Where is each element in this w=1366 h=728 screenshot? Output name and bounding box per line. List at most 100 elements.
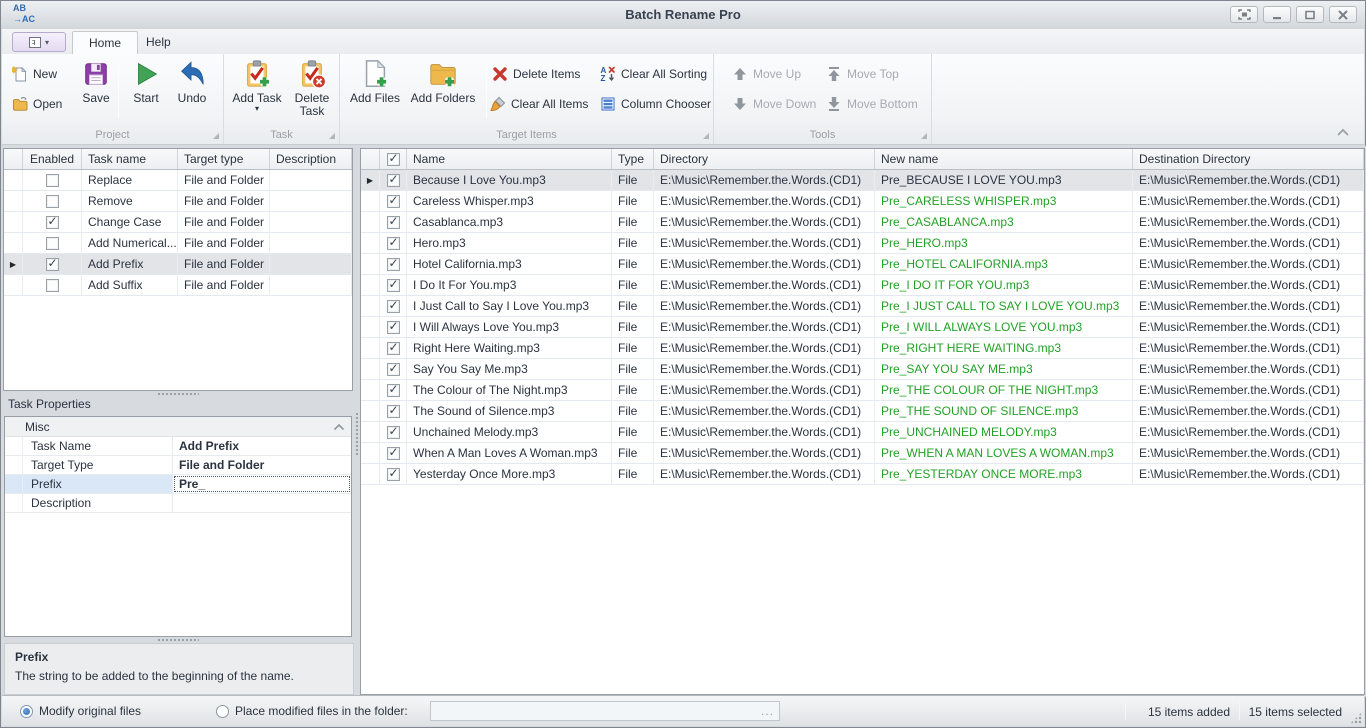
file-checkbox[interactable]: [387, 447, 400, 460]
tasks-column-header[interactable]: Task name: [82, 149, 178, 169]
file-row[interactable]: Say You Say Me.mp3FileE:\Music\Remember.…: [361, 359, 1364, 380]
file-checkbox[interactable]: [387, 405, 400, 418]
fullscreen-button[interactable]: [1230, 6, 1258, 23]
file-checkbox[interactable]: [387, 342, 400, 355]
row-indicator-cell: [361, 296, 380, 316]
dialog-launcher-icon[interactable]: [329, 133, 335, 139]
files-column-header[interactable]: Type: [612, 149, 654, 169]
file-row[interactable]: Casablanca.mp3FileE:\Music\Remember.the.…: [361, 212, 1364, 233]
delete-task-button[interactable]: Delete Task: [286, 56, 338, 120]
clear-all-items-button[interactable]: Clear All Items: [490, 92, 588, 116]
resize-grip[interactable]: [1350, 712, 1362, 724]
task-enabled-checkbox[interactable]: [46, 195, 59, 208]
task-row[interactable]: Add Numerical...File and Folder: [4, 233, 352, 254]
property-row[interactable]: Target TypeFile and Folder: [5, 456, 351, 475]
file-row[interactable]: Careless Whisper.mp3FileE:\Music\Remembe…: [361, 191, 1364, 212]
file-checkbox[interactable]: [387, 300, 400, 313]
file-row[interactable]: Yesterday Once More.mp3FileE:\Music\Reme…: [361, 464, 1364, 485]
task-enabled-checkbox[interactable]: [46, 237, 59, 250]
tasks-column-header[interactable]: Enabled: [23, 149, 82, 169]
add-files-button[interactable]: Add Files: [348, 56, 402, 120]
task-enabled-checkbox[interactable]: [46, 279, 59, 292]
modify-original-option[interactable]: Modify original files: [20, 704, 141, 718]
file-checkbox[interactable]: [387, 195, 400, 208]
task-enabled-checkbox[interactable]: [46, 258, 59, 271]
file-checkbox[interactable]: [387, 279, 400, 292]
new-button[interactable]: New: [12, 62, 57, 86]
folder-path-field[interactable]: ...: [430, 701, 780, 721]
file-checkbox[interactable]: [387, 237, 400, 250]
property-value[interactable]: File and Folder: [173, 456, 351, 474]
file-row[interactable]: ▶Because I Love You.mp3FileE:\Music\Reme…: [361, 170, 1364, 191]
app-menu-button[interactable]: ▾: [12, 32, 66, 52]
files-column-header[interactable]: New name: [875, 149, 1133, 169]
task-enabled-checkbox[interactable]: [46, 216, 59, 229]
file-row[interactable]: Hotel California.mp3FileE:\Music\Remembe…: [361, 254, 1364, 275]
file-row[interactable]: Right Here Waiting.mp3FileE:\Music\Remem…: [361, 338, 1364, 359]
tasks-column-header[interactable]: Target type: [178, 149, 270, 169]
file-row[interactable]: Unchained Melody.mp3FileE:\Music\Remembe…: [361, 422, 1364, 443]
dialog-launcher-icon[interactable]: [921, 133, 927, 139]
property-row[interactable]: Task NameAdd Prefix: [5, 437, 351, 456]
modify-original-radio[interactable]: [20, 705, 33, 718]
place-modified-option[interactable]: Place modified files in the folder:: [216, 704, 408, 718]
file-checkbox[interactable]: [387, 468, 400, 481]
task-row[interactable]: Add SuffixFile and Folder: [4, 275, 352, 296]
task-enabled-checkbox[interactable]: [46, 174, 59, 187]
task-row[interactable]: RemoveFile and Folder: [4, 191, 352, 212]
property-row[interactable]: PrefixPre_: [5, 475, 351, 494]
files-column-header[interactable]: Directory: [654, 149, 875, 169]
move-bottom-button[interactable]: Move Bottom: [826, 92, 918, 116]
files-column-header[interactable]: Name: [407, 149, 612, 169]
file-row[interactable]: When A Man Loves A Woman.mp3FileE:\Music…: [361, 443, 1364, 464]
file-row[interactable]: I Do It For You.mp3FileE:\Music\Remember…: [361, 275, 1364, 296]
dialog-launcher-icon[interactable]: [213, 133, 219, 139]
file-row[interactable]: I Will Always Love You.mp3FileE:\Music\R…: [361, 317, 1364, 338]
column-chooser-button[interactable]: Column Chooser: [600, 92, 711, 116]
undo-button[interactable]: Undo: [170, 56, 214, 120]
move-down-button[interactable]: Move Down: [732, 92, 816, 116]
file-checkbox[interactable]: [387, 321, 400, 334]
files-column-header[interactable]: Destination Directory: [1133, 149, 1364, 169]
file-checkbox[interactable]: [387, 426, 400, 439]
add-folders-button[interactable]: Add Folders: [404, 56, 482, 120]
close-button[interactable]: [1329, 6, 1357, 23]
property-group-misc[interactable]: Misc: [5, 417, 351, 437]
minimize-button[interactable]: [1263, 6, 1291, 23]
property-value[interactable]: Add Prefix: [173, 437, 351, 455]
file-row[interactable]: The Colour of The Night.mp3FileE:\Music\…: [361, 380, 1364, 401]
move-top-button[interactable]: Move Top: [826, 62, 899, 86]
place-modified-radio[interactable]: [216, 705, 229, 718]
start-button[interactable]: Start: [124, 56, 168, 120]
dialog-launcher-icon[interactable]: [703, 133, 709, 139]
tab-help[interactable]: Help: [130, 31, 187, 54]
file-checkbox[interactable]: [387, 216, 400, 229]
task-row[interactable]: ReplaceFile and Folder: [4, 170, 352, 191]
chevron-up-icon[interactable]: [333, 423, 345, 431]
file-checkbox[interactable]: [387, 363, 400, 376]
delete-items-button[interactable]: Delete Items: [492, 62, 580, 86]
tab-home[interactable]: Home: [72, 31, 138, 54]
task-row[interactable]: Change CaseFile and Folder: [4, 212, 352, 233]
task-enabled-cell: [23, 275, 82, 295]
browse-ellipsis-button[interactable]: ...: [761, 704, 774, 718]
tasks-column-header[interactable]: Description: [270, 149, 352, 169]
move-up-button[interactable]: Move Up: [732, 62, 801, 86]
file-checkbox[interactable]: [387, 384, 400, 397]
open-button[interactable]: Open: [12, 92, 62, 116]
clear-all-sorting-button[interactable]: A Z Clear All Sorting: [600, 62, 707, 86]
file-row[interactable]: I Just Call to Say I Love You.mp3FileE:\…: [361, 296, 1364, 317]
ribbon-collapse-button[interactable]: [1336, 126, 1350, 140]
property-value[interactable]: Pre_: [173, 475, 351, 493]
save-button[interactable]: Save: [76, 56, 116, 120]
maximize-button[interactable]: [1296, 6, 1324, 23]
file-checkbox[interactable]: [387, 174, 400, 187]
task-row[interactable]: ▶Add PrefixFile and Folder: [4, 254, 352, 275]
file-row[interactable]: Hero.mp3FileE:\Music\Remember.the.Words.…: [361, 233, 1364, 254]
property-row[interactable]: Description: [5, 494, 351, 513]
file-checkbox[interactable]: [387, 258, 400, 271]
add-task-button[interactable]: Add Task ▾: [228, 56, 286, 120]
file-row[interactable]: The Sound of Silence.mp3FileE:\Music\Rem…: [361, 401, 1364, 422]
property-value[interactable]: [173, 494, 351, 512]
select-all-checkbox[interactable]: [387, 153, 400, 166]
